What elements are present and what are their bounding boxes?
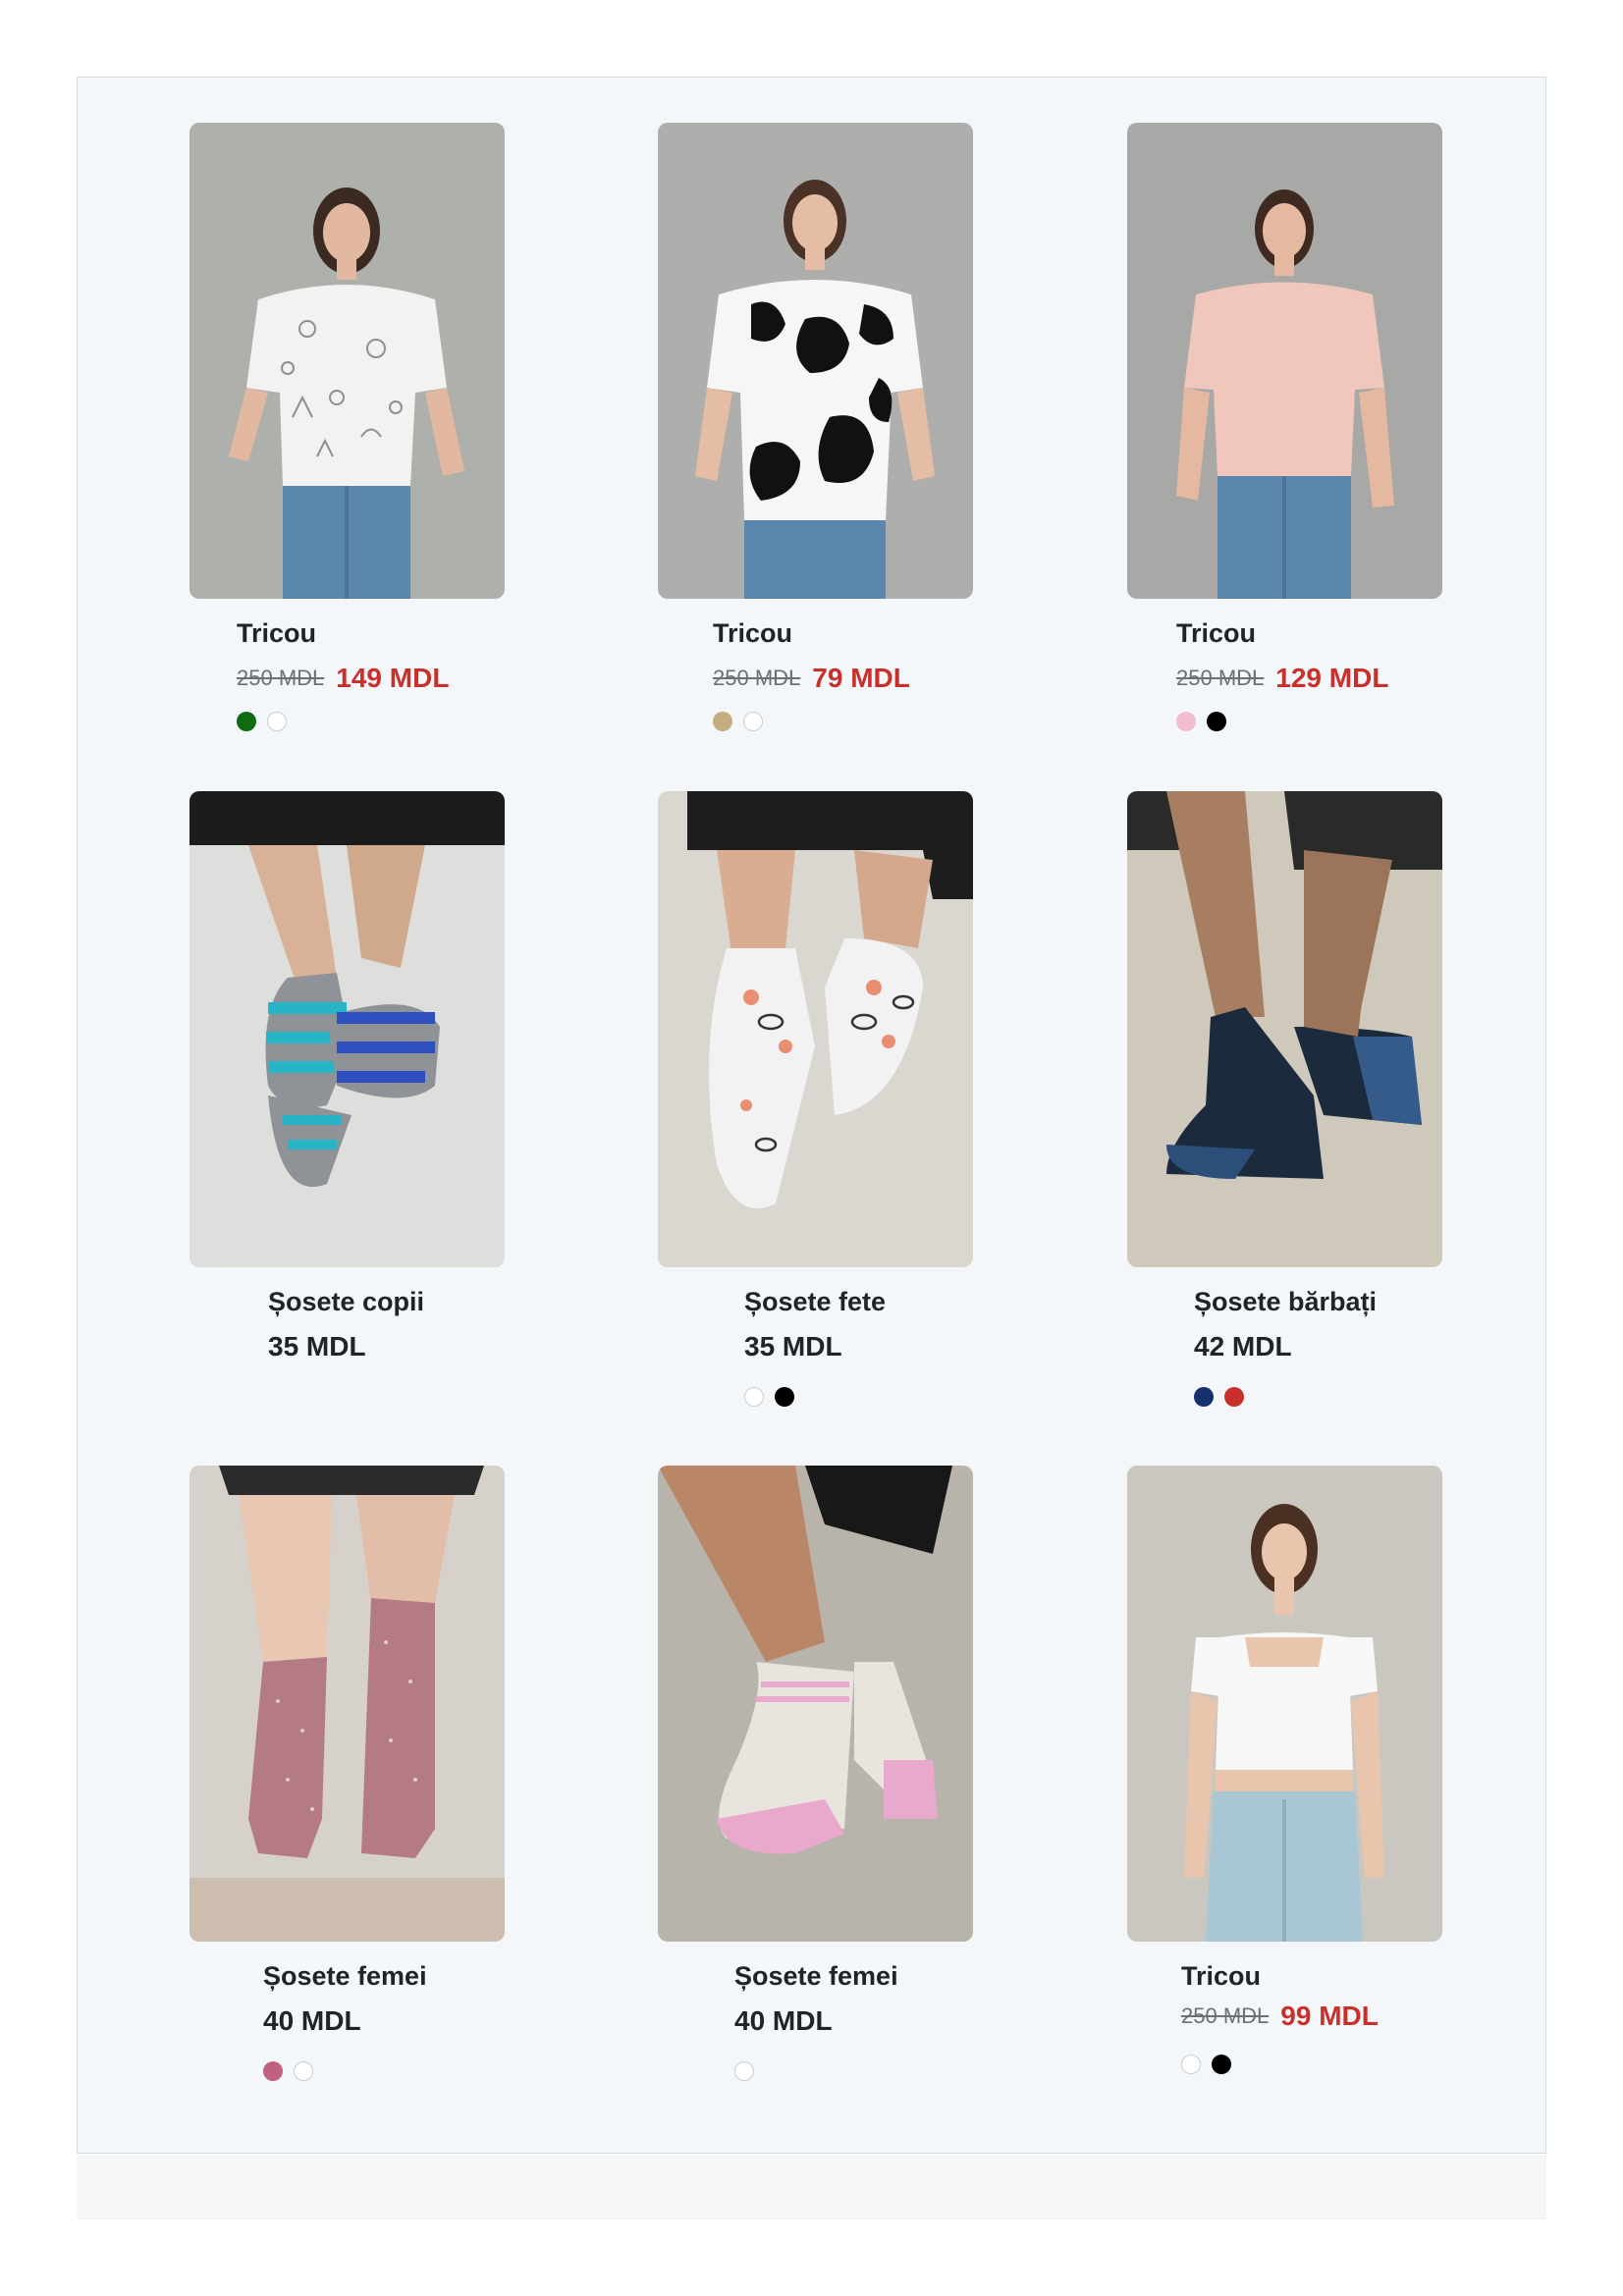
color-swatches (713, 712, 774, 736)
price: 40 MDL (263, 2005, 361, 2036)
product-image[interactable] (1127, 123, 1442, 599)
price-group: 40 MDL (263, 2005, 361, 2037)
old-price: 250 MDL (1181, 2003, 1270, 2028)
color-swatches (744, 1387, 805, 1412)
product-name[interactable]: Tricou (237, 618, 316, 649)
color-swatches (1194, 1387, 1255, 1412)
color-swatches (1181, 2055, 1242, 2079)
price: 35 MDL (744, 1331, 842, 1362)
sale-price: 99 MDL (1280, 2001, 1379, 2031)
product-name[interactable]: Șosete bărbați (1194, 1287, 1377, 1317)
price-group: 250 MDL 149 MDL (237, 663, 449, 694)
color-swatch-green[interactable] (237, 712, 256, 731)
color-swatch-navy[interactable] (1194, 1387, 1214, 1407)
product-name[interactable]: Șosete femei (734, 1961, 898, 1992)
product-name[interactable]: Șosete femei (263, 1961, 427, 1992)
product-name[interactable]: Tricou (713, 618, 792, 649)
price: 42 MDL (1194, 1331, 1292, 1362)
price-group: 35 MDL (268, 1331, 366, 1362)
color-swatch-beige[interactable] (713, 712, 732, 731)
color-swatch-white[interactable] (1181, 2055, 1201, 2074)
price-group: 40 MDL (734, 2005, 833, 2037)
color-swatches (263, 2061, 324, 2086)
product-image[interactable] (189, 123, 505, 599)
sale-price: 149 MDL (336, 663, 450, 693)
product-image[interactable] (658, 1466, 973, 1942)
product-image[interactable] (189, 791, 505, 1267)
price-group: 35 MDL (744, 1331, 842, 1362)
product-image[interactable] (658, 123, 973, 599)
sale-price: 79 MDL (812, 663, 910, 693)
color-swatches (1176, 712, 1237, 736)
color-swatch-black[interactable] (1212, 2055, 1231, 2074)
product-image[interactable] (1127, 791, 1442, 1267)
color-swatch-white[interactable] (744, 1387, 764, 1407)
old-price: 250 MDL (237, 666, 325, 690)
price-group: 250 MDL 99 MDL (1181, 2001, 1379, 2032)
product-name[interactable]: Tricou (1176, 618, 1256, 649)
color-swatch-pink[interactable] (1176, 712, 1196, 731)
product-name[interactable]: Tricou (1181, 1961, 1261, 1992)
color-swatch-white[interactable] (294, 2061, 313, 2081)
price: 40 MDL (734, 2005, 833, 2036)
footer-strip (77, 2156, 1546, 2219)
color-swatch-white[interactable] (267, 712, 287, 731)
price-group: 250 MDL 129 MDL (1176, 663, 1388, 694)
old-price: 250 MDL (1176, 666, 1265, 690)
color-swatches (237, 712, 298, 736)
product-image[interactable] (658, 791, 973, 1267)
sale-price: 129 MDL (1275, 663, 1389, 693)
price-group: 42 MDL (1194, 1331, 1292, 1362)
color-swatch-mauve[interactable] (263, 2061, 283, 2081)
color-swatch-black[interactable] (1207, 712, 1226, 731)
product-name[interactable]: Șosete fete (744, 1287, 886, 1317)
product-name[interactable]: Șosete copii (268, 1287, 424, 1317)
color-swatch-white[interactable] (734, 2061, 754, 2081)
color-swatches (734, 2061, 765, 2086)
price-group: 250 MDL 79 MDL (713, 663, 910, 694)
color-swatch-black[interactable] (775, 1387, 794, 1407)
price: 35 MDL (268, 1331, 366, 1362)
product-image[interactable] (1127, 1466, 1442, 1942)
color-swatch-red[interactable] (1224, 1387, 1244, 1407)
old-price: 250 MDL (713, 666, 801, 690)
product-image[interactable] (189, 1466, 505, 1942)
color-swatch-white[interactable] (743, 712, 763, 731)
